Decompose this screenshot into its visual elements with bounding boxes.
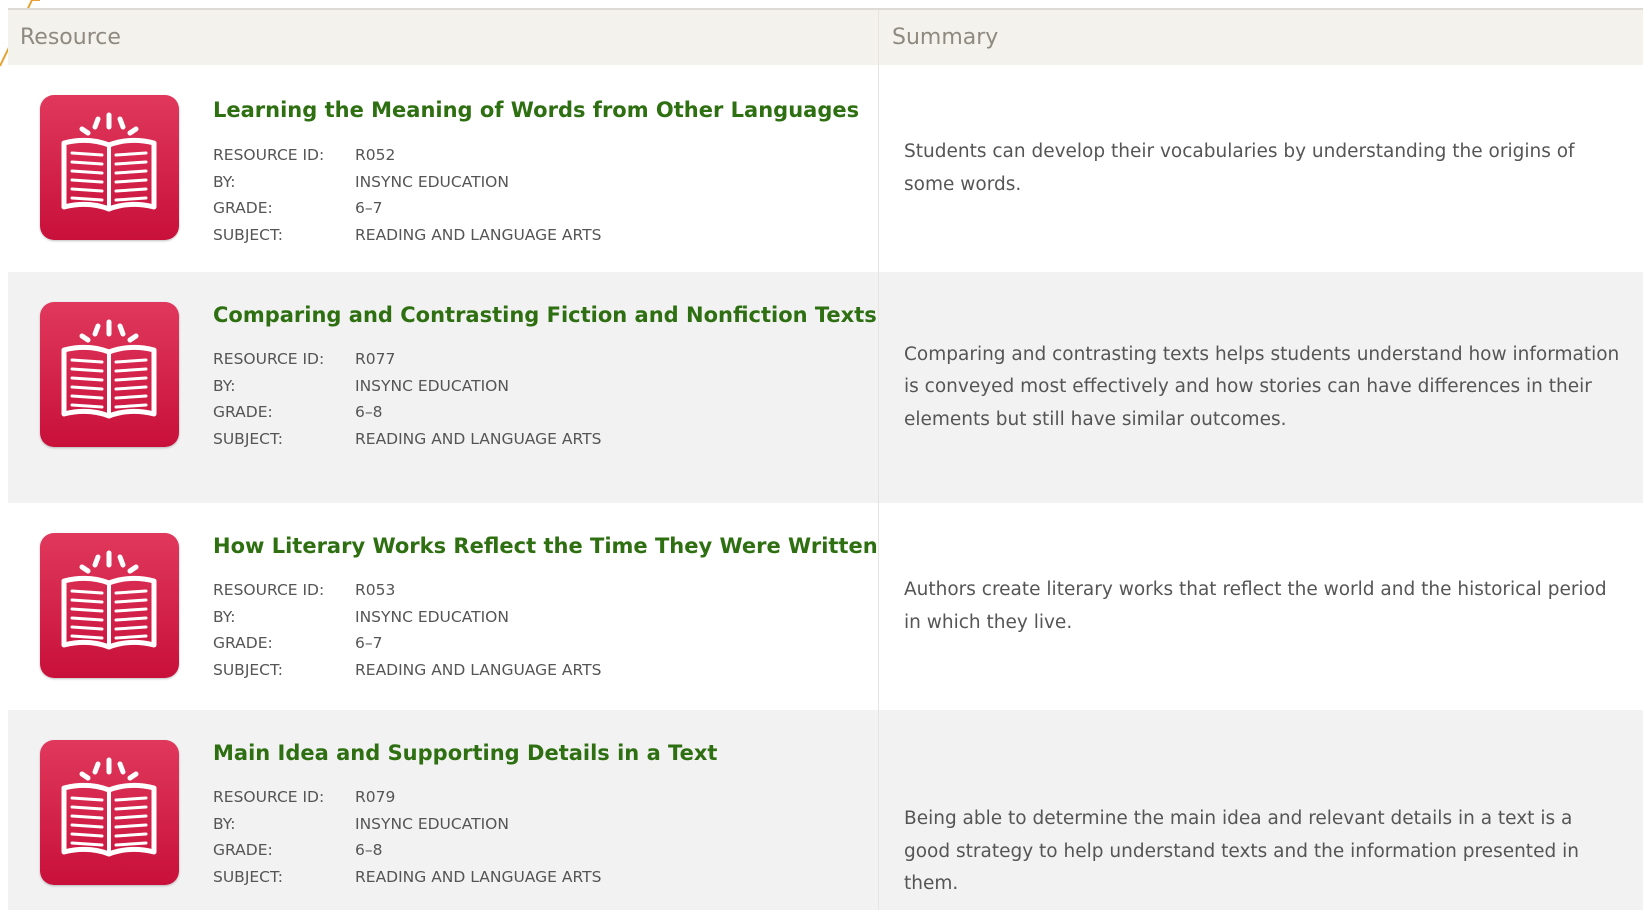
table-header: Resource Summary	[8, 8, 1643, 65]
resource-id-value: R053	[355, 581, 396, 599]
subject-value: READING AND LANGUAGE ARTS	[355, 225, 602, 244]
subject-label: SUBJECT:	[213, 867, 283, 886]
summary-cell: Being able to determine the main idea an…	[904, 808, 1579, 894]
grade-value: 6–7	[355, 199, 383, 217]
open-book-icon[interactable]	[40, 740, 179, 885]
resource-id-label: RESOURCE ID:	[213, 581, 325, 599]
subject-label: SUBJECT:	[213, 225, 283, 244]
summary-cell: Students can develop their vocabularies …	[904, 141, 1575, 195]
resource-title-link[interactable]: Comparing and Contrasting Fiction and No…	[213, 303, 877, 327]
resource-title-link[interactable]: Main Idea and Supporting Details in a Te…	[213, 741, 717, 765]
by-label: BY:	[213, 607, 236, 626]
column-header-resource[interactable]: Resource	[8, 10, 879, 65]
subject-label: SUBJECT:	[213, 660, 283, 679]
grade-value: 6–8	[355, 403, 383, 421]
resource-id-label: RESOURCE ID:	[213, 350, 325, 368]
by-label: BY:	[213, 814, 236, 833]
by-value: INSYNC EDUCATION	[355, 814, 509, 833]
resource-meta: RESOURCE ID: R077 BY: INSYNC EDUCATION GRA…	[213, 346, 601, 452]
resource-cell: Learning the Meaning of Words from Other…	[8, 65, 879, 272]
subject-label: SUBJECT:	[213, 429, 283, 448]
grade-label: GRADE:	[213, 403, 273, 421]
summary-cell: Authors create literary works that refle…	[904, 579, 1607, 633]
resource-cell: Comparing and Contrasting Fiction and No…	[8, 272, 879, 503]
resource-cell: How Literary Works Reflect the Time They…	[8, 503, 879, 710]
resource-meta: RESOURCE ID: R052 BY: INSYNC EDUCATION GRA…	[213, 142, 601, 248]
open-book-icon[interactable]	[40, 95, 179, 240]
by-label: BY:	[213, 172, 236, 191]
grade-label: GRADE:	[213, 199, 273, 217]
grade-value: 6–7	[355, 634, 383, 652]
subject-value: READING AND LANGUAGE ARTS	[355, 660, 602, 679]
by-value: INSYNC EDUCATION	[355, 607, 509, 626]
resource-meta: RESOURCE ID: R053 BY: INSYNC EDUCATION GRA…	[213, 577, 601, 683]
table-row: Main Idea and Supporting Details in a Te…	[8, 710, 1643, 910]
column-header-summary[interactable]: Summary	[879, 10, 1643, 65]
open-book-icon[interactable]	[40, 533, 179, 678]
grade-label: GRADE:	[213, 841, 273, 859]
resource-meta: RESOURCE ID: R079 BY: INSYNC EDUCATION GRA…	[213, 784, 601, 890]
open-book-icon[interactable]	[40, 302, 179, 447]
by-label: BY:	[213, 376, 236, 395]
resource-id-value: R079	[355, 788, 396, 806]
summary-cell: Comparing and contrasting texts helps st…	[904, 343, 1620, 430]
resource-id-value: R052	[355, 146, 396, 164]
resource-id-label: RESOURCE ID:	[213, 788, 325, 806]
resource-id-value: R077	[355, 350, 396, 368]
table-row: How Literary Works Reflect the Time They…	[8, 503, 1643, 710]
by-value: INSYNC EDUCATION	[355, 172, 509, 191]
resource-title-link[interactable]: How Literary Works Reflect the Time They…	[213, 534, 878, 558]
resource-title-link[interactable]: Learning the Meaning of Words from Other…	[213, 98, 859, 122]
grade-label: GRADE:	[213, 634, 273, 652]
resource-id-label: RESOURCE ID:	[213, 146, 325, 164]
table-row: Comparing and Contrasting Fiction and No…	[8, 272, 1643, 503]
subject-value: READING AND LANGUAGE ARTS	[355, 429, 602, 448]
table-row: Learning the Meaning of Words from Other…	[8, 65, 1643, 272]
grade-value: 6–8	[355, 841, 383, 859]
subject-value: READING AND LANGUAGE ARTS	[355, 867, 602, 886]
resource-table: Resource Summary Learning the Meaning of…	[8, 8, 1643, 910]
resource-cell: Main Idea and Supporting Details in a Te…	[8, 710, 879, 910]
by-value: INSYNC EDUCATION	[355, 376, 509, 395]
